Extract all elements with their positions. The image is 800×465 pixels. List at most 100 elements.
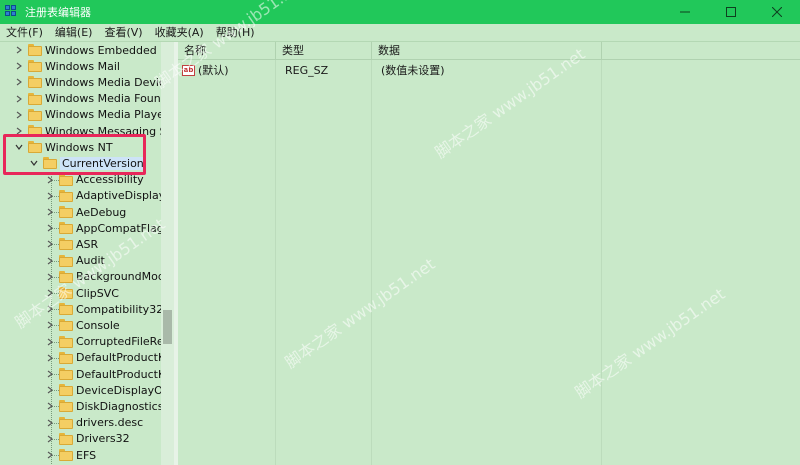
maximize-button[interactable] [708,0,754,24]
chevron-right-icon[interactable] [45,320,55,330]
tree-item-label: AeDebug [76,205,127,219]
chevron-right-icon[interactable] [14,94,24,104]
chevron-right-icon[interactable] [45,418,55,428]
close-button[interactable] [754,0,800,24]
minimize-icon [680,11,690,13]
chevron-right-icon[interactable] [45,434,55,444]
folder-icon [28,60,42,73]
tree-item[interactable]: BackgroundMode [45,269,172,285]
chevron-right-icon[interactable] [45,207,55,217]
values-pane[interactable]: 名称 类型 数据 ab (默认) REG_SZ (数值未设置) [178,42,800,465]
folder-icon [59,287,73,299]
value-name: (默认) [198,64,229,77]
menu-file[interactable]: 文件(F) [0,24,49,42]
tree-item[interactable]: ASR [45,236,98,252]
column-type[interactable]: 类型 [276,42,372,60]
tree-item[interactable]: DiskDiagnostics [45,398,163,414]
tree-item-label: Windows Media Player N [45,108,174,122]
chevron-right-icon[interactable] [45,401,55,411]
registry-tree[interactable]: Windows Embedded Windows Mail Windows Medi… [0,42,174,465]
scrollbar-thumb[interactable] [163,310,172,344]
tree-item[interactable]: Compatibility32 [45,301,163,317]
tree-scrollbar[interactable] [161,42,174,465]
tree-item[interactable]: CorruptedFileReco [45,334,174,350]
tree-item-label: DefaultProductKey [76,351,174,365]
tree-item[interactable]: DeviceDisplayObje [45,382,174,398]
tree-item[interactable]: Audit [45,253,105,269]
tree-item-label: AdaptiveDisplayBr [76,189,174,203]
chevron-right-icon[interactable] [45,223,55,233]
chevron-right-icon[interactable] [45,175,55,185]
list-header: 名称 类型 数据 [178,42,800,60]
tree-item[interactable]: Drivers32 [45,431,130,447]
folder-icon [28,108,42,121]
folder-icon [59,173,73,186]
tree-item-label: Drivers32 [76,432,130,446]
tree-item[interactable]: Windows Media Device I [14,74,174,90]
menu-help[interactable]: 帮助(H) [210,24,261,42]
tree-item-label: EFS [76,448,97,462]
folder-icon [28,44,42,56]
tree-item-label: Console [76,318,120,332]
chevron-right-icon[interactable] [45,272,55,282]
folder-icon [59,449,73,461]
folder-icon [59,303,73,316]
chevron-right-icon[interactable] [14,61,24,71]
maximize-icon [726,7,736,17]
chevron-right-icon[interactable] [45,450,55,460]
tree-item-label: Windows Media Founda [45,92,174,106]
tree-item-label: Compatibility32 [76,302,164,316]
tree-item-label: DefaultProductKey [76,367,174,381]
column-data[interactable]: 数据 [372,42,602,60]
highlight-box [3,134,146,175]
chevron-right-icon[interactable] [45,239,55,249]
minimize-button[interactable] [662,0,708,24]
tree-item[interactable]: DefaultProductKey [45,366,174,382]
chevron-right-icon[interactable] [14,77,24,87]
tree-item-label: DiskDiagnostics [76,399,164,413]
chevron-right-icon[interactable] [14,110,24,120]
tree-item-label: Windows Mail [45,59,120,73]
chevron-right-icon[interactable] [45,369,55,379]
folder-icon [59,432,73,445]
title-bar[interactable]: 注册表编辑器 [0,0,800,24]
folder-icon [59,368,73,380]
folder-icon [59,254,73,267]
table-row[interactable]: ab (默认) REG_SZ (数值未设置) [178,62,445,78]
folder-icon [59,351,73,364]
close-icon [772,7,782,17]
menu-view[interactable]: 查看(V) [98,24,148,42]
chevron-right-icon[interactable] [45,385,55,395]
tree-item-label: Audit [76,254,105,268]
column-name[interactable]: 名称 [178,42,276,60]
tree-item-label: ASR [76,237,99,251]
folder-icon [59,238,73,251]
chevron-right-icon[interactable] [14,45,24,55]
tree-item[interactable]: EFS [45,447,96,463]
menu-favorites[interactable]: 收藏夹(A) [149,24,210,42]
chevron-right-icon[interactable] [45,256,55,266]
menu-edit[interactable]: 编辑(E) [49,24,99,42]
tree-item[interactable]: DefaultProductKey [45,350,174,366]
tree-item[interactable]: AeDebug [45,204,126,220]
folder-icon [59,222,73,235]
tree-item[interactable]: Console [45,317,120,333]
folder-icon [59,189,73,202]
folder-icon [59,400,73,413]
tree-item[interactable]: Windows Media Player N [14,107,174,123]
tree-item[interactable]: drivers.desc [45,415,143,431]
chevron-right-icon[interactable] [45,191,55,201]
tree-item[interactable]: Windows Mail [14,58,120,74]
tree-item[interactable]: AdaptiveDisplayBr [45,188,174,204]
tree-item[interactable]: AppCompatFlags [45,220,170,236]
tree-item[interactable]: Windows Embedded [14,42,157,58]
tree-item-label: BackgroundMode [76,270,172,284]
folder-icon [59,270,73,283]
tree-item-label: drivers.desc [76,416,144,430]
chevron-right-icon[interactable] [45,288,55,298]
tree-item[interactable]: ClipSVC [45,285,119,301]
chevron-right-icon[interactable] [45,337,55,347]
chevron-right-icon[interactable] [45,304,55,314]
chevron-right-icon[interactable] [45,353,55,363]
tree-item[interactable]: Windows Media Founda [14,91,174,107]
